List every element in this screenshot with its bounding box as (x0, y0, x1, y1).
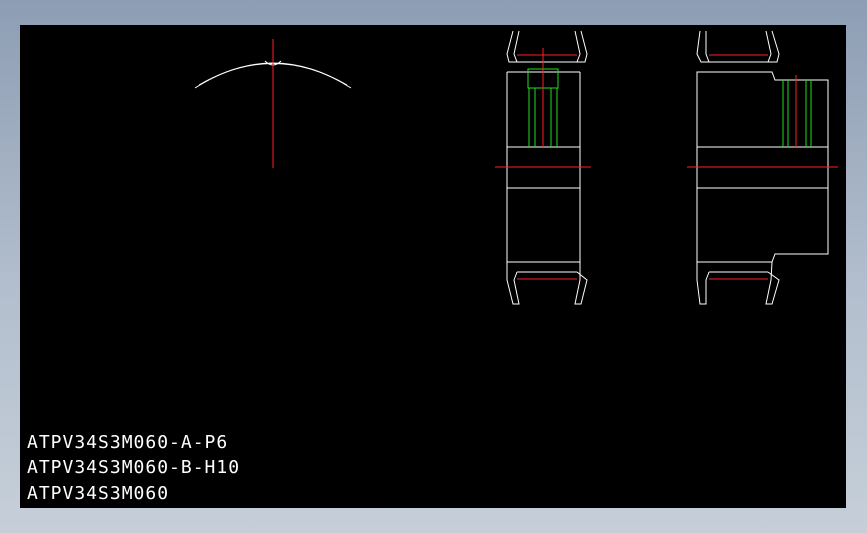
flange-bottom-left-b (696, 262, 710, 305)
flange-bottom-right-b (765, 261, 780, 305)
flange-bottom-left (506, 262, 520, 305)
part-number-list: ATPV34S3M060-A-P6 ATPV34S3M060-B-H10 ATP… (27, 430, 240, 507)
flange-top-left (506, 30, 520, 63)
flange-bottom-right (574, 262, 588, 305)
section-view-a[interactable] (495, 30, 591, 305)
tooth-profile-detail[interactable] (194, 39, 352, 168)
part-label-a-p6[interactable]: ATPV34S3M060-A-P6 (27, 430, 240, 456)
cad-model-space[interactable]: ATPV34S3M060-A-P6 ATPV34S3M060-B-H10 ATP… (20, 25, 846, 508)
flange-top-right-b (765, 30, 780, 63)
flange-top-right (574, 30, 588, 63)
part-label-b-h10[interactable]: ATPV34S3M060-B-H10 (27, 455, 240, 481)
flange-top-left-b (696, 30, 710, 63)
part-label-base[interactable]: ATPV34S3M060 (27, 481, 240, 507)
section-view-b[interactable] (687, 30, 838, 305)
